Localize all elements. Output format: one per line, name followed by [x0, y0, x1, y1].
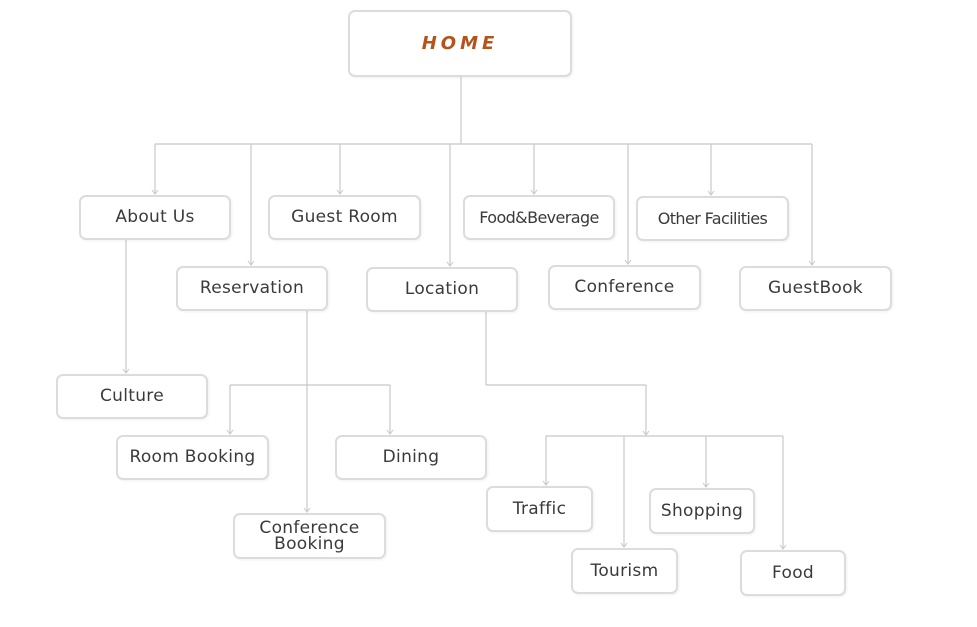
node-food-beverage[interactable]: Food&Beverage [463, 195, 615, 240]
node-reservation[interactable]: Reservation [176, 266, 328, 311]
node-home-label: HOME [421, 32, 499, 54]
node-location[interactable]: Location [366, 267, 518, 312]
node-room-booking-label: Room Booking [129, 447, 256, 467]
node-room-booking[interactable]: Room Booking [116, 435, 269, 480]
node-conference-booking-label: Conference Booking [259, 517, 360, 554]
node-shopping-label: Shopping [660, 500, 744, 521]
node-shopping[interactable]: Shopping [649, 488, 755, 534]
node-other-facilities-label: Other Facilities [657, 208, 768, 228]
node-conference-label: Conference [574, 277, 675, 297]
node-location-label: Location [404, 279, 480, 299]
node-guest-room-label: Guest Room [291, 207, 398, 227]
node-culture-label: Culture [100, 386, 164, 406]
node-dining[interactable]: Dining [335, 435, 487, 480]
node-dining-label: Dining [382, 447, 440, 467]
node-food-label: Food [772, 562, 814, 583]
node-other-facilities[interactable]: Other Facilities [636, 196, 789, 241]
node-culture[interactable]: Culture [56, 374, 208, 419]
node-tourism[interactable]: Tourism [571, 548, 678, 594]
node-traffic-label: Traffic [512, 498, 567, 519]
node-food-beverage-label: Food&Beverage [479, 207, 599, 227]
node-home[interactable]: HOME [348, 10, 572, 77]
node-tourism-label: Tourism [590, 560, 659, 581]
node-food[interactable]: Food [740, 550, 846, 596]
node-about-us[interactable]: About Us [79, 195, 231, 240]
sitemap-connectors [122, 77, 816, 550]
node-reservation-label: Reservation [199, 278, 305, 298]
node-traffic[interactable]: Traffic [486, 486, 593, 532]
node-conference-booking[interactable]: Conference Booking [233, 513, 386, 559]
node-guestbook-label: GuestBook [768, 278, 863, 298]
node-about-us-label: About Us [115, 207, 195, 227]
node-conference[interactable]: Conference [548, 265, 701, 310]
node-guestbook[interactable]: GuestBook [739, 266, 892, 311]
node-guest-room[interactable]: Guest Room [268, 195, 421, 240]
